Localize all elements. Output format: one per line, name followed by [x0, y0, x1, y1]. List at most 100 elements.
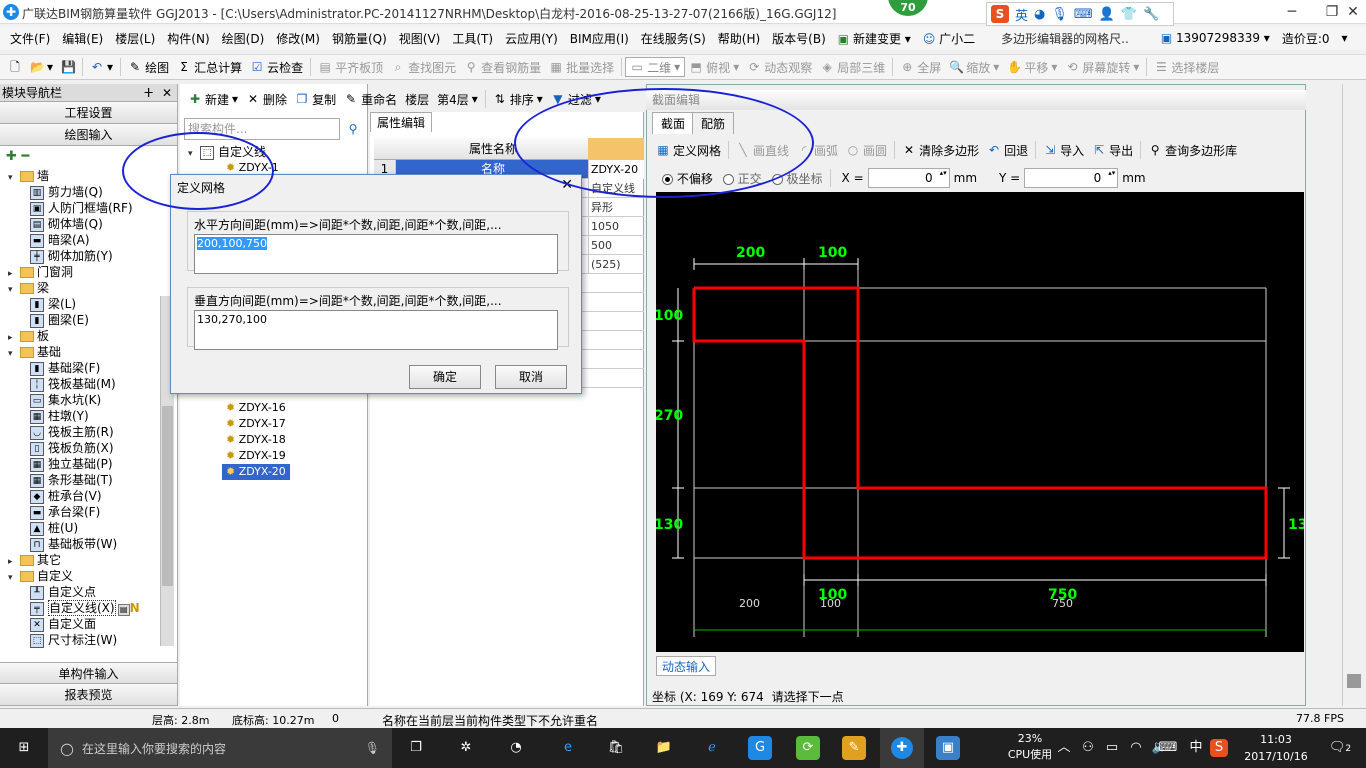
menu-floor[interactable]: 楼层(L) — [109, 30, 161, 47]
tree-folder[interactable]: ▾ 墙 — [8, 168, 49, 184]
dynamic-view-button[interactable]: ⟳ 动态观察 — [743, 59, 816, 76]
tree-folder[interactable]: ▾ 基础 — [8, 344, 61, 360]
collapse-icon[interactable]: ▾ — [8, 570, 20, 586]
tree-item[interactable]: ▮ 圈梁(E) — [30, 312, 89, 328]
circle-app-icon[interactable]: ◔ — [504, 736, 528, 760]
horizontal-spacing-input[interactable]: 200,100,750 — [194, 234, 558, 274]
cancel-button[interactable]: 取消 — [495, 365, 567, 389]
tree-item[interactable]: ╨ 自定义点 — [30, 584, 96, 600]
new-component-button[interactable]: ✚ 新建 ▾ — [184, 91, 242, 108]
menu-bim[interactable]: BIM应用(I) — [564, 30, 635, 47]
nav-close-icon[interactable]: ✕ — [162, 84, 172, 102]
tree-item[interactable]: ◆ 桩承台(V) — [30, 488, 102, 504]
glodon-g-icon[interactable]: G — [748, 736, 772, 760]
tree-item[interactable]: ▬ 暗梁(A) — [30, 232, 90, 248]
tree-item[interactable]: ▦ 条形基础(T) — [30, 472, 113, 488]
query-polygon-library-button[interactable]: ⚲ 查询多边形库 — [1144, 142, 1241, 159]
close-button[interactable]: ✕ — [1340, 2, 1366, 22]
tree-item[interactable]: ✕ 自定义面 — [30, 616, 96, 632]
export-button[interactable]: ⇱ 导出 — [1088, 142, 1137, 159]
shirt-icon[interactable]: 👕 — [1121, 7, 1137, 22]
tree-item[interactable]: ▣ 人防门框墙(RF) — [30, 200, 133, 216]
ime-toolbar[interactable]: S 英 ◕ 🎙 ⌨ 👤 👕 🔧 — [986, 2, 1174, 26]
view-steel-button[interactable]: ⚲ 查看钢筋量 — [460, 59, 545, 76]
nav-scroll-thumb[interactable] — [162, 406, 173, 586]
hint-link[interactable]: 多边形编辑器的网格尺.. — [995, 30, 1135, 47]
vertical-spacing-input[interactable]: 130,270,100 — [194, 310, 558, 350]
sort-button[interactable]: ⇅ 排序 ▾ — [489, 91, 547, 108]
clock[interactable]: 11:03 2017/10/16 — [1236, 731, 1316, 765]
wrench-icon[interactable]: 🔧 — [1143, 7, 1159, 22]
tree-item[interactable]: ◡ 筏板主筋(R) — [30, 424, 114, 440]
menu-cloud[interactable]: 云应用(Y) — [499, 30, 564, 47]
top-view-button[interactable]: ⬒ 俯视 ▾ — [685, 59, 743, 76]
tree-item[interactable]: ╪ 砌体加筋(Y) — [30, 248, 113, 264]
property-value[interactable]: 1050 — [588, 217, 644, 236]
menu-online[interactable]: 在线服务(S) — [635, 30, 712, 47]
x-input[interactable]: 0 — [867, 168, 950, 188]
flat-top-button[interactable]: ▤ 平齐板顶 — [314, 59, 387, 76]
menu-view[interactable]: 视图(V) — [393, 30, 447, 47]
tree-folder[interactable]: ▸ 其它 — [8, 552, 61, 568]
menu-component[interactable]: 构件(N) — [161, 30, 215, 47]
draw-circle-button[interactable]: ○ 画圆 — [842, 142, 891, 159]
clear-polygon-button[interactable]: ✕ 清除多边形 — [898, 142, 983, 159]
network-icon[interactable]: ▭ — [1100, 736, 1124, 760]
component-item-selected[interactable]: ✹ ZDYX-20 — [222, 464, 290, 480]
single-component-input-button[interactable]: 单构件输入 — [0, 662, 177, 684]
delete-component-button[interactable]: ✕ 删除 — [242, 91, 291, 108]
section-drawing-canvas[interactable]: 200 100 100 270 130 100 750 130 200 100 … — [656, 192, 1304, 652]
menu-file[interactable]: 文件(F) — [4, 30, 56, 47]
batch-select-button[interactable]: ▦ 批量选择 — [545, 59, 618, 76]
tree-folder[interactable]: ▾ 自定义 — [8, 568, 73, 584]
tree-item[interactable]: ⊓ 基础板带(W) — [30, 536, 117, 552]
tree-item[interactable]: ▮ 基础梁(F) — [30, 360, 100, 376]
tree-item[interactable]: ▤ 砌体墙(Q) — [30, 216, 103, 232]
tree-item[interactable]: ▬ 承台梁(F) — [30, 504, 100, 520]
notes-app-icon[interactable]: ✎ — [842, 736, 866, 760]
cost-beans-dropdown-icon[interactable]: ▾ — [1336, 31, 1354, 45]
window-app-icon[interactable]: ▣ — [936, 736, 960, 760]
moon-icon[interactable]: ◕ — [1034, 7, 1045, 22]
tree-item[interactable]: ▲ 桩(U) — [30, 520, 78, 536]
y-input[interactable]: 0 — [1024, 168, 1119, 188]
microphone-icon[interactable]: 🎙 — [365, 741, 380, 755]
tree-item[interactable]: ▥ 剪力墙(Q) — [30, 184, 103, 200]
store-icon[interactable]: 🛍 — [604, 736, 628, 760]
tree-item[interactable]: ▦ 独立基础(P) — [30, 456, 113, 472]
menu-version[interactable]: 版本号(B) — [766, 30, 832, 47]
pin-icon[interactable]: ⵜ — [144, 84, 153, 102]
green-app-icon[interactable]: ⟳ — [796, 736, 820, 760]
open-file-button[interactable]: 📂 ▾ — [26, 60, 57, 74]
cost-beans[interactable]: 造价豆:0 — [1276, 30, 1336, 47]
property-value[interactable]: 500 — [588, 236, 644, 255]
screen-rotate-button[interactable]: ⟲ 屏幕旋转 ▾ — [1061, 59, 1143, 76]
keyboard-icon[interactable]: ⌨ — [1074, 7, 1093, 22]
view-mode-select[interactable]: ▭ 二维 ▾ — [625, 57, 686, 77]
collapse-icon[interactable]: ▾ — [8, 282, 20, 298]
mic-icon[interactable]: 🎙 — [1051, 7, 1068, 22]
cpu-usage[interactable]: 23% CPU使用 — [1000, 731, 1060, 763]
right-scrollbar[interactable] — [1342, 84, 1366, 706]
find-element-button[interactable]: ⌕ 查找图元 — [387, 59, 460, 76]
menu-draw[interactable]: 绘图(D) — [216, 30, 271, 47]
sogou-tray-icon[interactable]: S — [1210, 739, 1228, 757]
component-item[interactable]: ✹ ZDYX-19 — [226, 448, 286, 464]
people-icon[interactable]: ⚇ — [1076, 736, 1100, 760]
menu-guangxiaoer[interactable]: ☺ 广小二 — [917, 30, 981, 47]
report-preview-button[interactable]: 报表预览 — [0, 684, 177, 706]
layer-toggle-icon[interactable]: ▤ — [117, 604, 130, 616]
notification-icon[interactable]: 🗨2 — [1328, 736, 1352, 760]
file-explorer-icon[interactable]: 📁 — [652, 736, 676, 760]
sum-calc-button[interactable]: Σ 汇总计算 — [173, 59, 246, 76]
select-floor-button[interactable]: ☰ 选择楼层 — [1150, 59, 1223, 76]
tree-item[interactable]: ▯ 筏板负筋(X) — [30, 440, 114, 456]
windows-start-icon[interactable]: ⊞ — [12, 736, 36, 760]
tree-item[interactable]: ▦ 柱墩(Y) — [30, 408, 89, 424]
glodon-steel-app-icon[interactable]: ✚ — [880, 728, 924, 768]
save-button[interactable]: 💾 — [57, 60, 79, 74]
tree-item[interactable]: ▮ 梁(L) — [30, 296, 76, 312]
fullscreen-button[interactable]: ⊕ 全屏 — [896, 59, 945, 76]
edge-icon[interactable]: e — [556, 736, 580, 760]
search-icon[interactable]: ⚲ — [342, 118, 364, 140]
